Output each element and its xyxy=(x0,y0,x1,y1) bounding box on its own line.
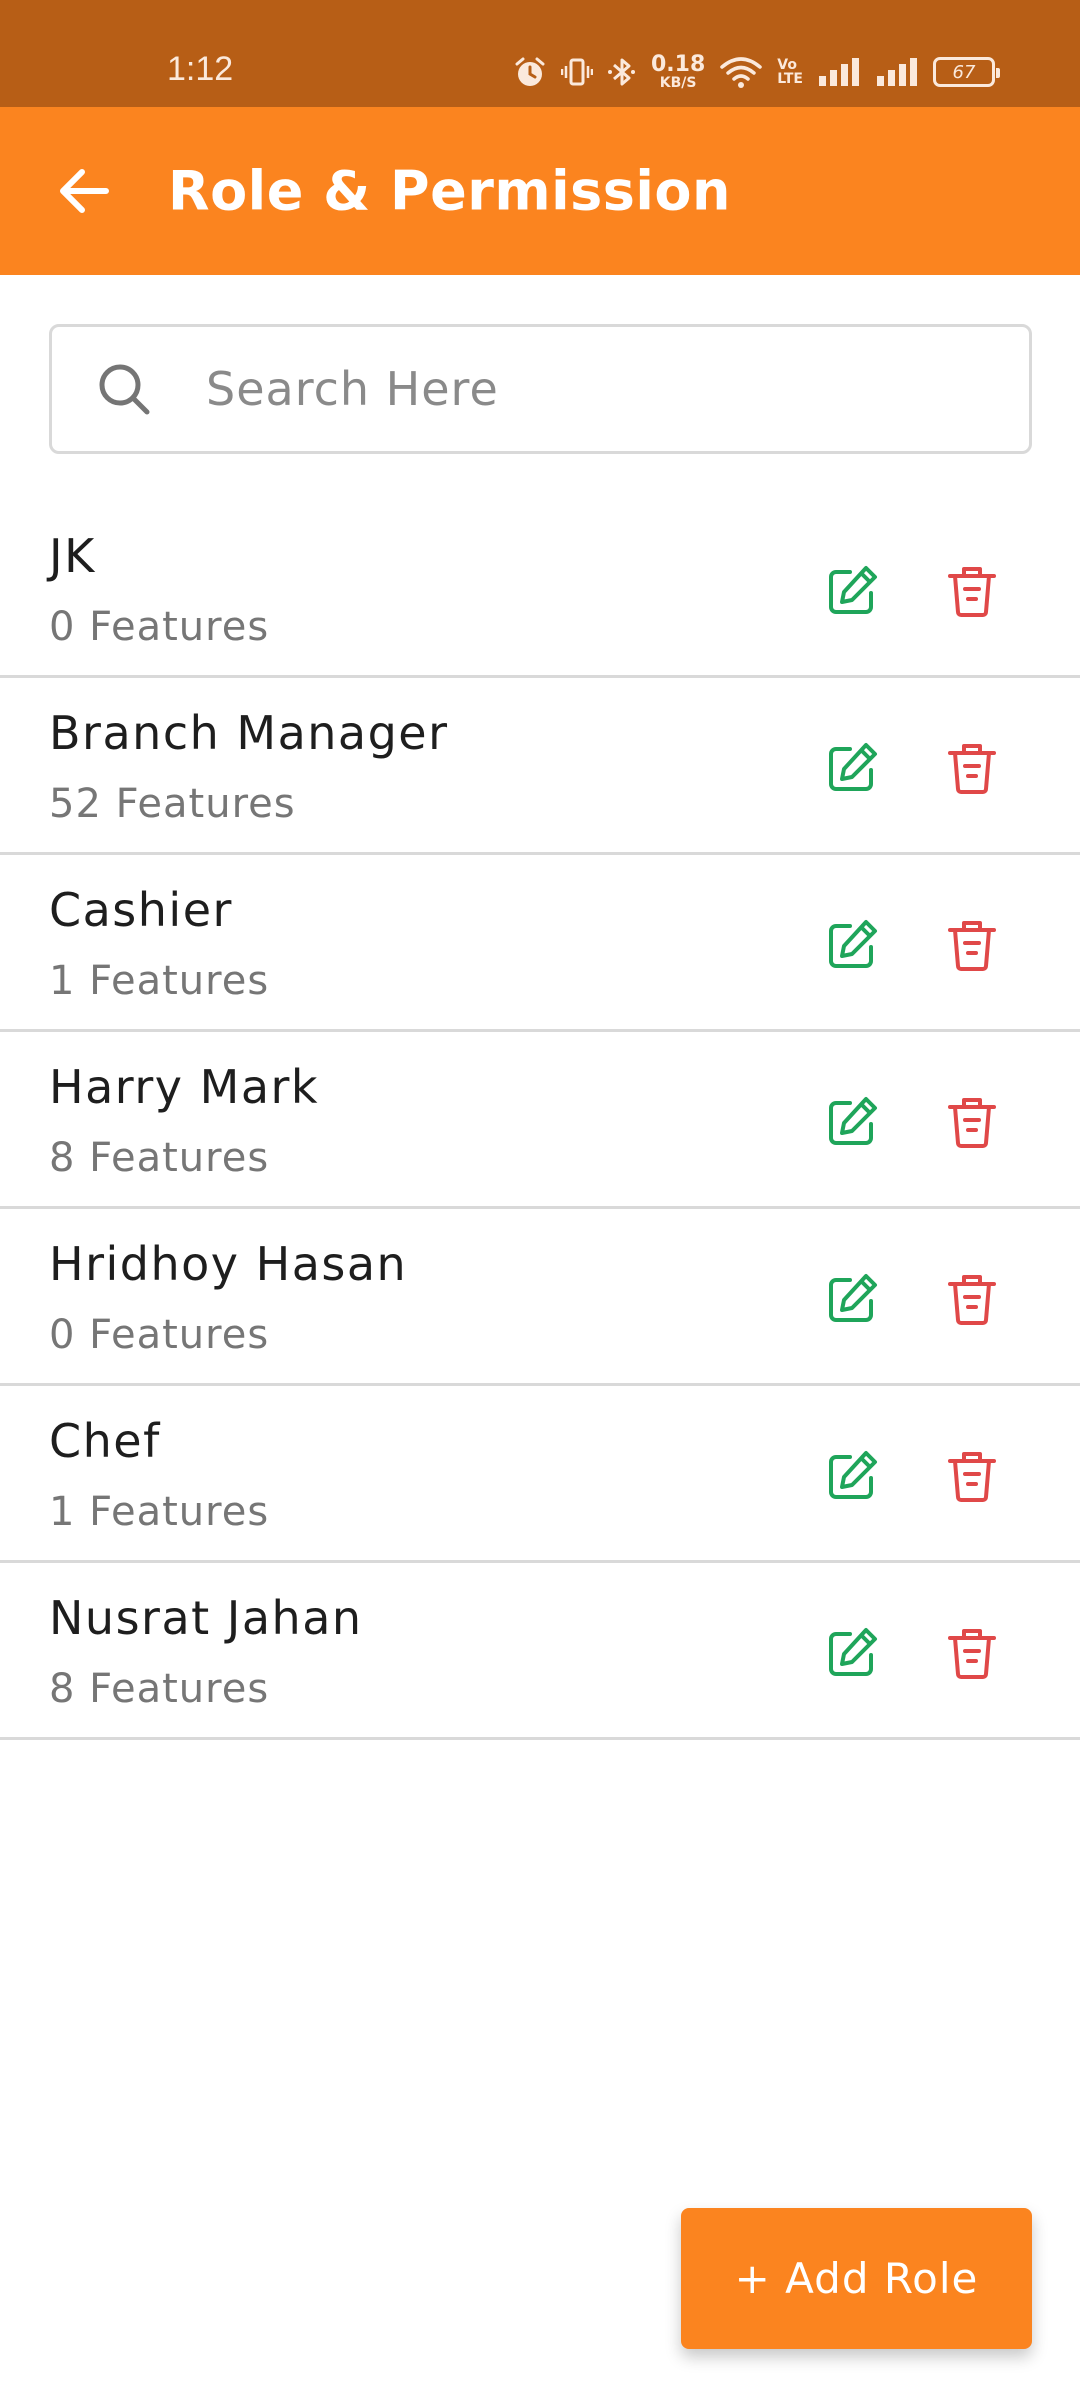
volte-top: Vo xyxy=(777,57,797,73)
delete-button[interactable] xyxy=(942,738,1002,798)
trash-icon xyxy=(948,1098,996,1148)
trash-icon xyxy=(948,1629,996,1679)
edit-button[interactable] xyxy=(822,738,882,798)
role-name: Branch Manager xyxy=(49,706,449,760)
signal-icon xyxy=(817,56,861,88)
net-speed-value: 0.18 xyxy=(651,52,706,77)
edit-button[interactable] xyxy=(822,561,882,621)
volte-bottom: LTE xyxy=(777,71,803,87)
status-icons: 0.18 KB/S Vo LTE 67 xyxy=(513,50,1000,94)
role-name: Harry Mark xyxy=(49,1060,320,1114)
search-box[interactable] xyxy=(49,324,1032,454)
add-role-button[interactable]: + Add Role xyxy=(681,2208,1032,2349)
role-name: Cashier xyxy=(49,883,233,937)
role-features: 8 Features xyxy=(49,1666,270,1712)
edit-icon xyxy=(829,1274,877,1322)
role-features: 1 Features xyxy=(49,1489,270,1535)
volte-indicator: Vo LTE xyxy=(777,58,803,86)
role-item[interactable]: JK 0 Features xyxy=(0,501,1080,678)
search-input[interactable] xyxy=(206,327,1006,451)
role-item[interactable]: Nusrat Jahan 8 Features xyxy=(0,1563,1080,1740)
edit-icon xyxy=(829,1628,877,1676)
status-time: 1:12 xyxy=(167,50,234,88)
bluetooth-icon xyxy=(607,55,637,89)
role-name: Hridhoy Hasan xyxy=(49,1237,408,1291)
battery-icon: 67 xyxy=(933,57,1000,87)
net-speed: 0.18 KB/S xyxy=(651,52,706,91)
app-bar: Role & Permission xyxy=(0,107,1080,275)
delete-button[interactable] xyxy=(942,561,1002,621)
delete-button[interactable] xyxy=(942,1092,1002,1152)
role-item[interactable]: Branch Manager 52 Features xyxy=(0,678,1080,855)
alarm-icon xyxy=(513,55,547,89)
net-speed-unit: KB/S xyxy=(659,75,697,91)
trash-icon xyxy=(948,921,996,971)
role-features: 8 Features xyxy=(49,1135,270,1181)
trash-icon xyxy=(948,1275,996,1325)
role-list: JK 0 Features Branch Manager 52 Features… xyxy=(0,501,1080,1740)
role-item[interactable]: Harry Mark 8 Features xyxy=(0,1032,1080,1209)
edit-button[interactable] xyxy=(822,915,882,975)
edit-icon xyxy=(829,1451,877,1499)
page-title: Role & Permission xyxy=(168,159,731,223)
role-features: 52 Features xyxy=(49,781,296,827)
back-button[interactable] xyxy=(48,155,120,227)
status-bar: 1:12 0.18 KB/S Vo LTE 67 xyxy=(0,0,1080,107)
search-icon xyxy=(99,364,150,415)
role-name: Nusrat Jahan xyxy=(49,1591,363,1645)
edit-button[interactable] xyxy=(822,1092,882,1152)
role-item[interactable]: Hridhoy Hasan 0 Features xyxy=(0,1209,1080,1386)
edit-icon xyxy=(829,743,877,791)
trash-icon xyxy=(948,1452,996,1502)
vibrate-icon xyxy=(561,56,593,88)
role-item[interactable]: Chef 1 Features xyxy=(0,1386,1080,1563)
role-name: JK xyxy=(49,529,96,583)
role-features: 0 Features xyxy=(49,604,270,650)
screen: 1:12 0.18 KB/S Vo LTE 67 Role & Permissi… xyxy=(0,0,1080,2400)
edit-icon xyxy=(829,1097,877,1145)
role-features: 1 Features xyxy=(49,958,270,1004)
wifi-icon xyxy=(719,55,763,89)
role-item[interactable]: Cashier 1 Features xyxy=(0,855,1080,1032)
edit-button[interactable] xyxy=(822,1623,882,1683)
edit-button[interactable] xyxy=(822,1269,882,1329)
delete-button[interactable] xyxy=(942,1623,1002,1683)
delete-button[interactable] xyxy=(942,1269,1002,1329)
trash-icon xyxy=(948,744,996,794)
delete-button[interactable] xyxy=(942,1446,1002,1506)
role-features: 0 Features xyxy=(49,1312,270,1358)
trash-icon xyxy=(948,567,996,617)
signal-icon xyxy=(875,56,919,88)
arrow-left-icon xyxy=(60,169,109,213)
edit-icon xyxy=(829,566,877,614)
edit-icon xyxy=(829,920,877,968)
edit-button[interactable] xyxy=(822,1446,882,1506)
role-name: Chef xyxy=(49,1414,161,1468)
battery-level: 67 xyxy=(952,61,976,83)
delete-button[interactable] xyxy=(942,915,1002,975)
